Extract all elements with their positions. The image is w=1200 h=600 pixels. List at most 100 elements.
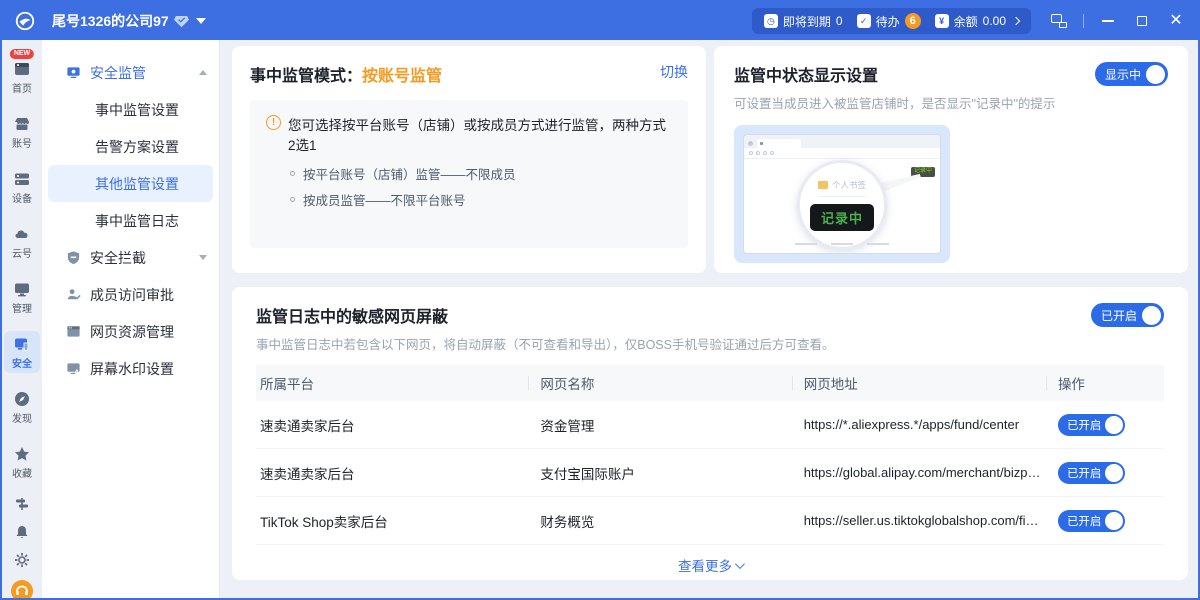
cell-url: https://global.alipay.com/merchant/bizpo…: [792, 465, 1046, 480]
shield-block-icon: [66, 250, 81, 265]
expiring-soon-label: 即将到期: [783, 13, 831, 30]
sensitive-block-title: 监管日志中的敏感网页屏蔽: [256, 303, 448, 327]
company-dropdown-caret-icon: [196, 18, 206, 24]
menu-group-label: 安全监管: [90, 63, 146, 83]
chevron-down-icon: [735, 559, 745, 569]
todo-item[interactable]: ✓ 待办 6: [857, 13, 921, 30]
blocked-pages-table: 所属平台 网页名称 网页地址 操作 速卖通卖家后台 资金管理 https://*…: [256, 365, 1164, 585]
icon-rail: NEW 首页 账号 设备 云号 管理 安全: [2, 40, 42, 598]
folder-icon: [818, 181, 828, 189]
close-button[interactable]: ✕: [1166, 11, 1186, 31]
menu-item-member-access-approval[interactable]: 成员访问审批: [42, 276, 219, 313]
company-switcher[interactable]: 尾号1326的公司97: [52, 11, 206, 31]
todo-count-badge: 6: [905, 13, 921, 29]
info-warning-icon: !: [266, 115, 281, 130]
mock-recording-badge: 记录中: [810, 204, 874, 231]
calendar-check-icon: ✓: [857, 14, 871, 28]
cell-url: https://*.aliexpress.*/apps/fund/center: [792, 417, 1046, 432]
menu-group-label: 安全拦截: [90, 248, 146, 268]
shield-monitor-icon: [13, 335, 31, 353]
expiring-soon-count: 0: [836, 14, 843, 28]
current-mode-value: 按账号监管: [362, 68, 442, 85]
toggle-knob: [1105, 464, 1123, 482]
mode-bullet-2: 按成员监管——不限平台账号: [290, 190, 672, 209]
toggle-knob: [1146, 65, 1165, 84]
maximize-button[interactable]: [1132, 11, 1152, 31]
coin-icon: ¥: [935, 14, 949, 28]
toggle-knob: [1105, 416, 1123, 434]
multi-window-icon[interactable]: [1049, 11, 1069, 31]
home-icon: [13, 60, 31, 78]
balance-value: 0.00: [983, 14, 1006, 28]
cloud-icon: [13, 225, 31, 243]
rail-item-device[interactable]: 设备: [4, 166, 40, 208]
mode-info-box: ! 您可选择按平台账号（店铺）或按成员方式进行监管，两种方式2选1 按平台账号（…: [250, 100, 688, 248]
menu-item-other-monitor-settings[interactable]: 其他监管设置: [48, 165, 213, 202]
compass-icon: [13, 390, 31, 408]
guide-icon[interactable]: [14, 496, 30, 512]
rail-item-discover[interactable]: 发现: [4, 386, 40, 428]
member-approval-icon: [66, 287, 81, 302]
cell-platform: TikTok Shop卖家后台: [256, 511, 528, 531]
mode-info-title: 您可选择按平台账号（店铺）或按成员方式进行监管，两种方式2选1: [288, 114, 672, 154]
balance-item[interactable]: ¥ 余额 0.00: [935, 13, 1019, 30]
new-badge: NEW: [10, 49, 34, 59]
collapse-caret-icon: [199, 70, 207, 75]
todo-label: 待办: [876, 13, 900, 30]
sensitive-block-toggle[interactable]: 已开启: [1091, 303, 1164, 327]
status-display-card: 监管中状态显示设置 显示中 可设置当成员进入被监管店铺时，是否显示"记录中"的提…: [714, 46, 1188, 273]
recording-preview-image: 记录中 个人书签 记录中: [734, 125, 950, 263]
col-action: 操作: [1046, 373, 1164, 393]
notification-bell-icon[interactable]: [14, 524, 30, 540]
minimize-button[interactable]: [1098, 11, 1118, 31]
balance-chevron-icon: [1012, 17, 1020, 25]
bullet-dot-icon: [290, 197, 295, 202]
rail-item-cloud[interactable]: 云号: [4, 221, 40, 263]
expiring-soon-item[interactable]: ◷ 即将到期 0: [764, 13, 843, 30]
row-toggle[interactable]: 已开启: [1058, 414, 1126, 436]
sensitive-block-desc: 事中监管日志中若包含以下网页，将自动屏蔽（不可查看和导出），仅BOSS手机号验证…: [256, 334, 1164, 353]
row-toggle[interactable]: 已开启: [1058, 462, 1126, 484]
mock-browser-dot: [748, 141, 753, 146]
table-row: 速卖通卖家后台 资金管理 https://*.aliexpress.*/apps…: [256, 401, 1164, 449]
view-more-link[interactable]: 查看更多: [256, 545, 1164, 585]
col-url: 网页地址: [792, 373, 1046, 393]
menu-item-alert-plan-settings[interactable]: 告警方案设置: [48, 128, 213, 165]
company-name: 尾号1326的公司97: [52, 11, 169, 31]
menu-item-incident-monitor-log[interactable]: 事中监管日志: [48, 202, 213, 239]
cell-page-name: 资金管理: [528, 415, 791, 435]
rail-item-favorites[interactable]: 收藏: [4, 441, 40, 483]
menu-group-security-monitor[interactable]: 安全监管: [42, 54, 219, 91]
status-display-desc: 可设置当成员进入被监管店铺时，是否显示"记录中"的提示: [734, 93, 1168, 112]
watermark-icon: [66, 361, 81, 376]
settings-gear-icon[interactable]: [14, 552, 30, 568]
app-logo-icon: [14, 10, 36, 32]
rail-item-security[interactable]: 安全: [4, 331, 40, 373]
mock-bookmark-label: 个人书签: [832, 179, 866, 191]
customer-service-icon[interactable]: [11, 580, 33, 600]
table-row: TikTok Shop卖家后台 财务概览 https://seller.us.t…: [256, 497, 1164, 545]
rail-item-home[interactable]: NEW 首页: [4, 56, 40, 98]
rail-item-manage[interactable]: 管理: [4, 276, 40, 318]
monitor-mode-card: 事中监管模式：按账号监管 切换 ! 您可选择按平台账号（店铺）或按成员方式进行监…: [232, 46, 706, 273]
cell-platform: 速卖通卖家后台: [256, 463, 528, 483]
main-content: 事中监管模式：按账号监管 切换 ! 您可选择按平台账号（店铺）或按成员方式进行监…: [220, 40, 1198, 598]
row-toggle[interactable]: 已开启: [1058, 510, 1126, 532]
menu-item-incident-monitor-settings[interactable]: 事中监管设置: [48, 91, 213, 128]
menu-item-screen-watermark[interactable]: 屏幕水印设置: [42, 350, 219, 387]
expand-caret-icon: [199, 255, 207, 260]
titlebar: 尾号1326的公司97 ◷ 即将到期 0 ✓ 待办 6 ¥ 余额 0.00: [2, 2, 1198, 40]
sidebar-menu: 安全监管 事中监管设置 告警方案设置 其他监管设置 事中监管日志 安全拦截 成员…: [42, 40, 220, 598]
menu-group-security-block[interactable]: 安全拦截: [42, 239, 219, 276]
shop-icon: [13, 115, 31, 133]
status-display-toggle[interactable]: 显示中: [1095, 62, 1168, 86]
webpage-icon: [66, 324, 81, 339]
server-icon: [13, 170, 31, 188]
magnifier-lens: 个人书签 记录中: [797, 160, 887, 250]
switch-mode-link[interactable]: 切换: [660, 62, 688, 82]
menu-item-web-resource-manage[interactable]: 网页资源管理: [42, 313, 219, 350]
bullet-dot-icon: [290, 171, 295, 176]
rail-item-account[interactable]: 账号: [4, 111, 40, 153]
cell-page-name: 支付宝国际账户: [528, 463, 791, 483]
cell-page-name: 财务概览: [528, 511, 791, 531]
